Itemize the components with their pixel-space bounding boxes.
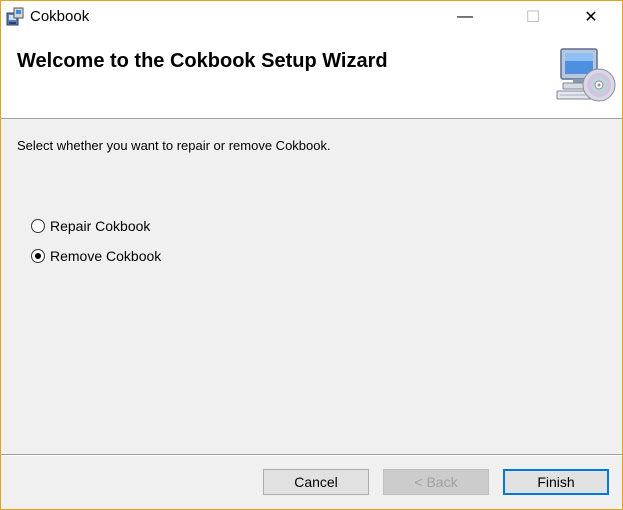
cancel-button[interactable]: Cancel	[263, 469, 369, 495]
repair-option[interactable]: Repair Cokbook	[31, 218, 150, 234]
repair-radio[interactable]	[31, 219, 45, 233]
window-title: Cokbook	[30, 8, 90, 25]
finish-button[interactable]: Finish	[503, 469, 609, 495]
installer-app-icon	[6, 7, 24, 26]
setup-wizard-window: Cokbook — ☐ ✕ Welcome to the Cokbook Set…	[0, 0, 623, 510]
footer-divider	[1, 454, 622, 456]
page-title: Welcome to the Cokbook Setup Wizard	[17, 50, 388, 72]
computer-cd-icon	[556, 48, 616, 102]
instruction-text: Select whether you want to repair or rem…	[17, 138, 331, 153]
close-button[interactable]: ✕	[568, 1, 614, 32]
back-button[interactable]: < Back	[383, 469, 489, 495]
minimize-button[interactable]: —	[442, 1, 488, 32]
remove-radio[interactable]	[31, 249, 45, 263]
repair-option-label[interactable]: Repair Cokbook	[50, 218, 150, 234]
wizard-header: Welcome to the Cokbook Setup Wizard	[1, 32, 622, 119]
remove-option-label[interactable]: Remove Cokbook	[50, 248, 161, 264]
remove-option[interactable]: Remove Cokbook	[31, 248, 161, 264]
title-bar[interactable]: Cokbook — ☐ ✕	[1, 1, 622, 32]
maximize-button[interactable]: ☐	[510, 1, 556, 32]
